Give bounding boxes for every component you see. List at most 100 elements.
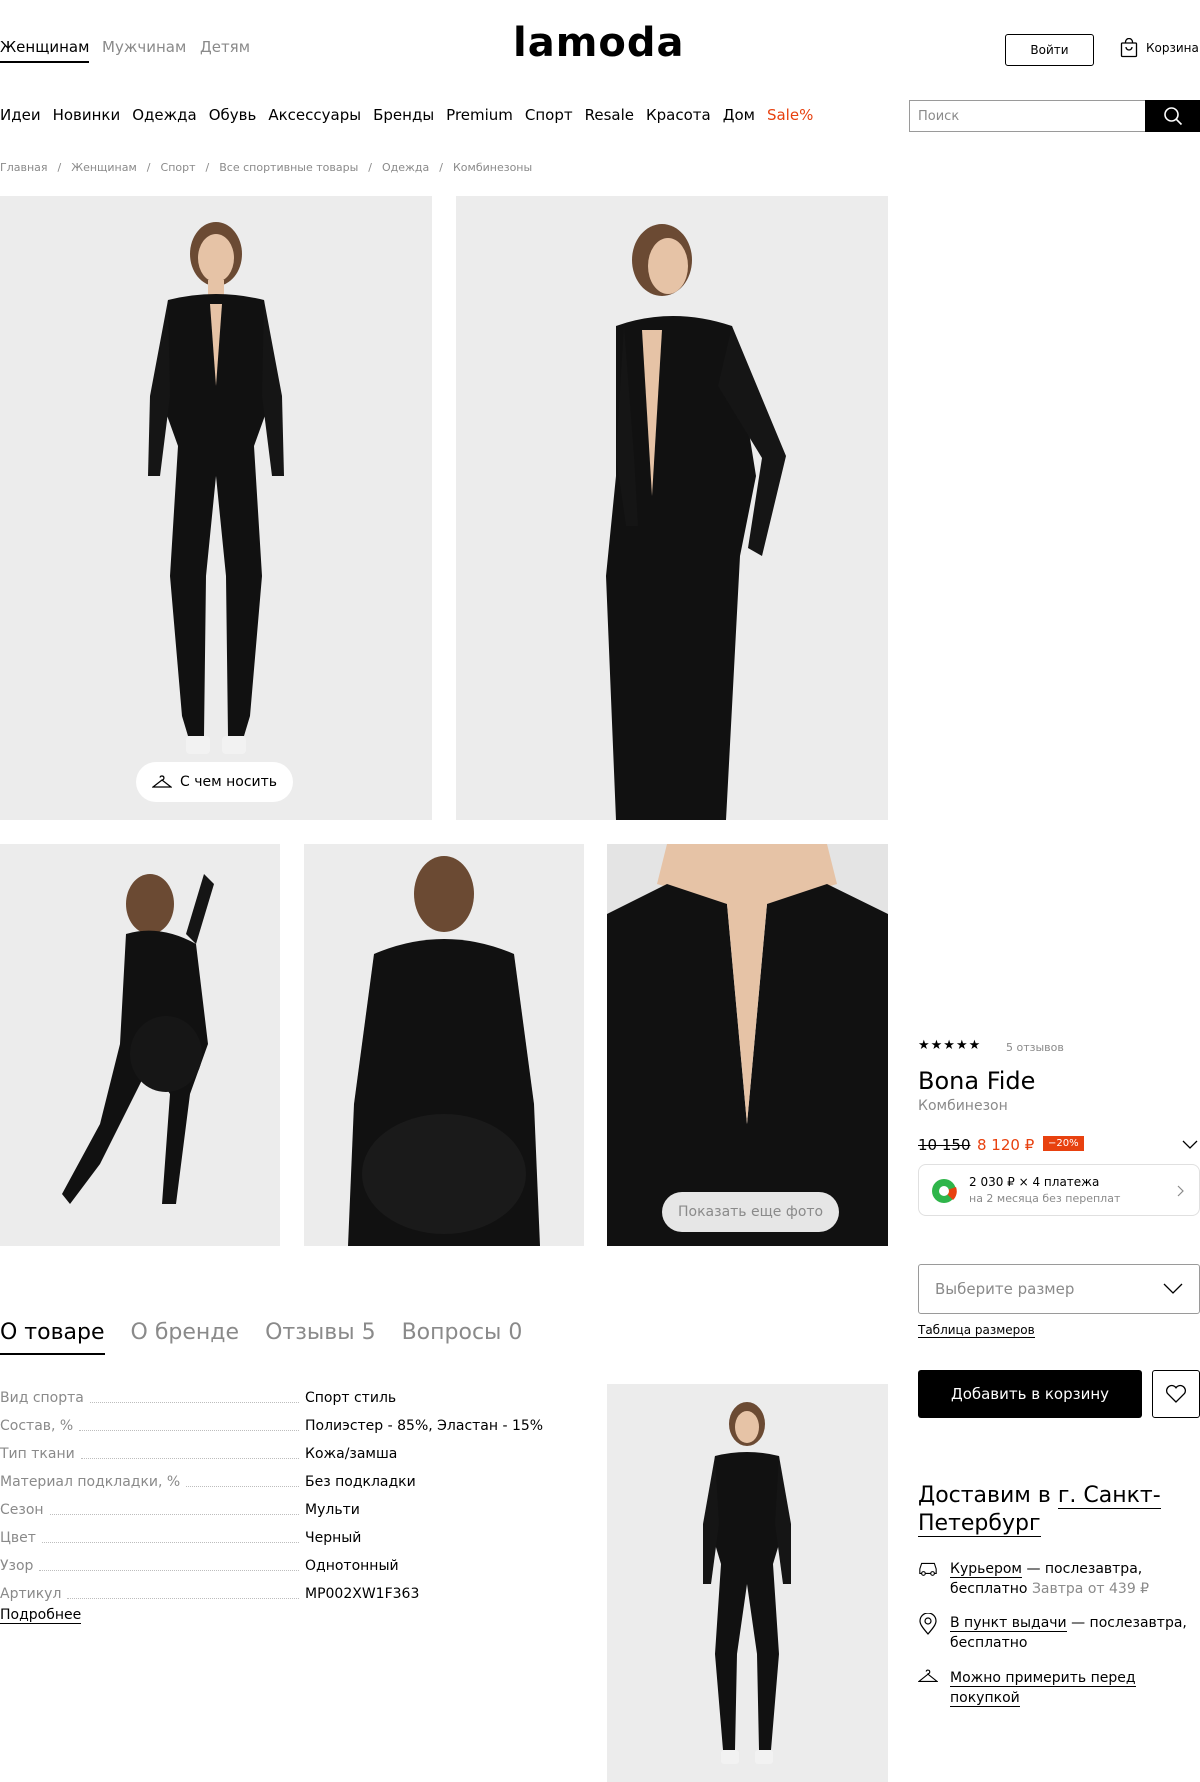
search-icon bbox=[1163, 107, 1182, 126]
spec-value: MP002XW1F363 bbox=[305, 1586, 420, 1602]
price-old: 10 150 bbox=[918, 1136, 971, 1154]
model-front-small-illustration bbox=[703, 1402, 791, 1764]
product-type: Комбинезон bbox=[918, 1098, 1008, 1114]
more-details-link[interactable]: Подробнее bbox=[0, 1607, 82, 1624]
courier-link[interactable]: Курьером bbox=[950, 1561, 1022, 1578]
breadcrumb-item[interactable]: Главная bbox=[0, 161, 48, 174]
hanger-icon bbox=[918, 1669, 938, 1682]
breadcrumb-item[interactable]: Одежда bbox=[382, 161, 429, 174]
breadcrumb-separator: / bbox=[146, 161, 151, 174]
nav-item-sale[interactable]: Sale% bbox=[767, 106, 813, 124]
spec-row: Узор Однотонный bbox=[0, 1552, 560, 1580]
favorite-button[interactable] bbox=[1152, 1370, 1200, 1418]
wear-with-label: С чем носить bbox=[180, 774, 278, 790]
product-brand[interactable]: Bona Fide bbox=[918, 1067, 1035, 1095]
show-more-photos-button[interactable]: Показать еще фото bbox=[662, 1192, 840, 1232]
breadcrumb-separator: / bbox=[368, 161, 372, 174]
spec-row: Состав, % Полиэстер - 85%, Эластан - 15% bbox=[0, 1412, 560, 1440]
spec-label: Цвет bbox=[0, 1530, 36, 1546]
product-photo-front[interactable]: С чем носить bbox=[0, 196, 432, 820]
nav-item-sport[interactable]: Спорт bbox=[525, 106, 573, 124]
breadcrumb-separator: / bbox=[57, 161, 62, 174]
rating-stars[interactable]: ★★★★★ bbox=[918, 1038, 981, 1053]
spec-label: Узор bbox=[0, 1558, 34, 1574]
model-side-illustration bbox=[606, 224, 786, 820]
spec-row: Вид спорта Спорт стиль bbox=[0, 1384, 560, 1412]
spec-label: Тип ткани bbox=[0, 1446, 75, 1462]
chevron-down-icon[interactable] bbox=[1182, 1140, 1198, 1150]
spec-value: Кожа/замша bbox=[305, 1446, 398, 1462]
model-back-illustration bbox=[348, 856, 540, 1246]
nav-item-home[interactable]: Дом bbox=[723, 106, 755, 124]
heart-icon bbox=[1166, 1384, 1186, 1403]
price-new: 8 120 ₽ bbox=[977, 1136, 1035, 1154]
lamoda-logo[interactable]: lamoda bbox=[513, 20, 685, 66]
nav-item-clothing[interactable]: Одежда bbox=[132, 106, 196, 124]
installment-banner[interactable]: 2 030 ₽ × 4 платежа на 2 месяца без пере… bbox=[918, 1164, 1200, 1216]
spec-label: Сезон bbox=[0, 1502, 44, 1518]
breadcrumb-item[interactable]: Женщинам bbox=[71, 161, 137, 174]
pickup-link[interactable]: В пункт выдачи bbox=[950, 1615, 1067, 1632]
product-tabs: О товаре О бренде Отзывы 5 Вопросы 0 bbox=[0, 1320, 522, 1355]
product-photo-back-pose[interactable] bbox=[0, 844, 280, 1246]
spec-label: Вид спорта bbox=[0, 1390, 84, 1406]
spec-value: Черный bbox=[305, 1530, 362, 1546]
gender-tab-men[interactable]: Мужчинам bbox=[102, 38, 186, 56]
delivery-courier: Курьером — послезавтра, бесплатно Завтра… bbox=[918, 1559, 1200, 1599]
breadcrumb-item[interactable]: Спорт bbox=[161, 161, 196, 174]
nav-item-beauty[interactable]: Красота bbox=[646, 106, 711, 124]
breadcrumb-item[interactable]: Комбинезоны bbox=[453, 161, 532, 174]
nav-item-new[interactable]: Новинки bbox=[53, 106, 121, 124]
search-input[interactable]: Поиск bbox=[909, 100, 1145, 132]
product-photo-side[interactable] bbox=[456, 196, 888, 820]
spec-label: Состав, % bbox=[0, 1418, 74, 1434]
model-back-pose-illustration bbox=[62, 874, 214, 1204]
product-photo-description[interactable] bbox=[607, 1384, 888, 1782]
split-payment-icon bbox=[932, 1179, 957, 1203]
tab-reviews[interactable]: Отзывы 5 bbox=[265, 1320, 376, 1355]
breadcrumb-separator: / bbox=[439, 161, 443, 174]
nav-item-accessories[interactable]: Аксессуары bbox=[268, 106, 361, 124]
tab-questions[interactable]: Вопросы 0 bbox=[402, 1320, 523, 1355]
size-table-link[interactable]: Таблица размеров bbox=[918, 1323, 1035, 1338]
spec-label: Материал подкладки, % bbox=[0, 1474, 181, 1490]
courier-extra: Завтра от 439 ₽ bbox=[1027, 1581, 1150, 1597]
delivery-fitting: Можно примерить перед покупкой bbox=[918, 1668, 1200, 1708]
spec-label: Артикул bbox=[0, 1586, 62, 1602]
gender-tab-women[interactable]: Женщинам bbox=[0, 38, 90, 63]
spec-value: Полиэстер - 85%, Эластан - 15% bbox=[305, 1418, 544, 1434]
search-button[interactable] bbox=[1145, 100, 1200, 132]
tab-about-brand[interactable]: О бренде bbox=[131, 1320, 240, 1355]
spec-value: Без подкладки bbox=[305, 1474, 416, 1490]
rating-stars-glyphs: ★★★★★ bbox=[918, 1038, 982, 1053]
fitting-link[interactable]: Можно примерить перед покупкой bbox=[950, 1670, 1136, 1707]
breadcrumb-item[interactable]: Все спортивные товары bbox=[219, 161, 358, 174]
add-to-cart-button[interactable]: Добавить в корзину bbox=[918, 1370, 1142, 1418]
nav-item-shoes[interactable]: Обувь bbox=[209, 106, 257, 124]
tab-about-product[interactable]: О товаре bbox=[0, 1320, 105, 1355]
nav-item-brands[interactable]: Бренды bbox=[373, 106, 434, 124]
reviews-count[interactable]: 5 отзывов bbox=[1006, 1041, 1064, 1054]
delivery-title-prefix: Доставим в bbox=[918, 1483, 1051, 1508]
product-photo-back[interactable] bbox=[304, 844, 584, 1246]
cart-link[interactable]: Корзина bbox=[1120, 38, 1199, 58]
gender-tab-kids[interactable]: Детям bbox=[200, 38, 250, 56]
size-select[interactable]: Выберите размер bbox=[918, 1264, 1200, 1314]
nav-item-premium[interactable]: Premium bbox=[446, 106, 513, 124]
installment-terms: на 2 месяца без переплат bbox=[969, 1192, 1121, 1205]
spec-value: Спорт стиль bbox=[305, 1390, 397, 1406]
search-bar: Поиск bbox=[909, 100, 1200, 132]
spec-row: Цвет Черный bbox=[0, 1524, 560, 1552]
model-closeup-illustration bbox=[607, 844, 888, 1246]
nav-item-ideas[interactable]: Идеи bbox=[0, 106, 41, 124]
product-specs: Вид спорта Спорт стиль Состав, % Полиэстер… bbox=[0, 1384, 560, 1608]
nav-item-resale[interactable]: Resale bbox=[585, 106, 634, 124]
hanger-icon bbox=[152, 775, 172, 788]
spec-value: Мульти bbox=[305, 1502, 360, 1518]
cart-label: Корзина bbox=[1146, 41, 1199, 55]
login-button[interactable]: Войти bbox=[1005, 34, 1094, 66]
wear-with-button[interactable]: С чем носить bbox=[136, 762, 294, 802]
delivery-pickup: В пункт выдачи — послезавтра, бесплатно bbox=[918, 1613, 1200, 1653]
delivery-title: Доставим в г. Санкт-Петербург bbox=[918, 1482, 1200, 1538]
product-photo-closeup[interactable]: Показать еще фото bbox=[607, 844, 888, 1246]
